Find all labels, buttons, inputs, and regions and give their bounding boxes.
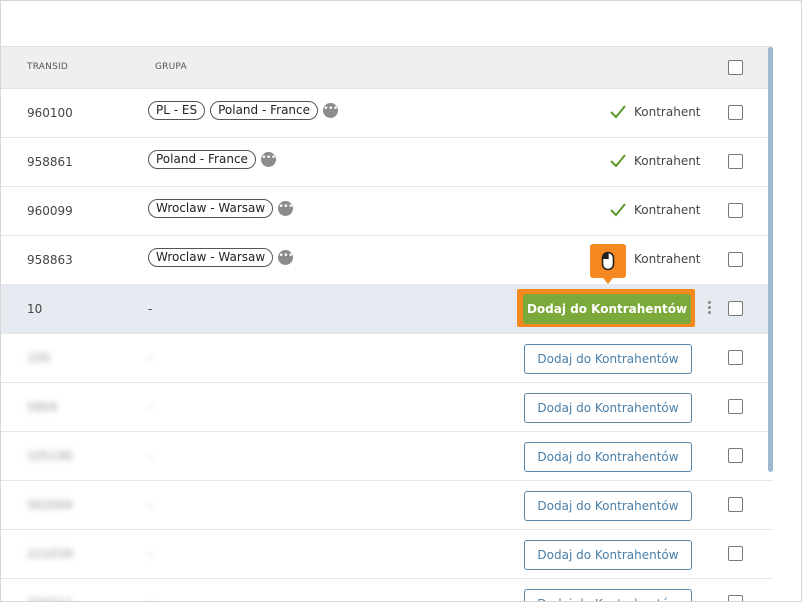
add-to-contractors-button[interactable]: Dodaj do Kontrahentów (524, 344, 692, 374)
transid-cell: 958861 (27, 155, 73, 169)
add-to-contractors-button[interactable]: Dodaj do Kontrahentów (524, 442, 692, 472)
transid-cell: 221039 (27, 547, 73, 561)
check-icon (610, 154, 626, 168)
group-tag[interactable]: Poland - France (210, 101, 319, 120)
check-icon (610, 203, 626, 217)
table-row: 960100 PL - ES Poland - France ••• Kontr… (1, 89, 773, 138)
status-label: Kontrahent (634, 203, 701, 217)
group-cell: - (148, 449, 153, 463)
group-cell: - (148, 351, 153, 365)
group-cell: - (148, 547, 153, 561)
row-checkbox[interactable] (728, 595, 743, 601)
row-checkbox[interactable] (728, 546, 743, 561)
table-row: 958861 Poland - France ••• Kontrahent (1, 138, 773, 187)
group-tag[interactable]: Wroclaw - Warsaw (148, 199, 274, 218)
column-header-transid[interactable]: TRANSID (27, 62, 68, 72)
status-contractor: Kontrahent (610, 154, 701, 168)
transid-cell: 100 (27, 351, 50, 365)
transid-cell: 330311 (27, 596, 73, 601)
check-icon (610, 105, 626, 119)
row-checkbox[interactable] (728, 448, 743, 463)
add-to-contractors-button[interactable]: Dodaj do Kontrahentów (524, 589, 692, 601)
group-cell: Wroclaw - Warsaw ••• (148, 199, 293, 218)
table-row: 221039 - Dodaj do Kontrahentów (1, 530, 773, 579)
transid-cell: 10 (27, 302, 43, 316)
status-label: Kontrahent (634, 252, 701, 266)
row-checkbox[interactable] (728, 203, 743, 218)
more-groups-icon[interactable]: ••• (323, 103, 338, 118)
column-header-grupa[interactable]: GRUPA (155, 62, 187, 72)
more-groups-icon[interactable]: ••• (260, 152, 276, 167)
row-checkbox[interactable] (728, 154, 743, 169)
kebab-menu-icon[interactable] (708, 301, 712, 316)
group-cell: - (148, 400, 153, 414)
select-all-checkbox[interactable] (728, 60, 743, 75)
more-groups-icon[interactable]: ••• (278, 201, 293, 216)
transid-cell: 960099 (27, 204, 73, 218)
more-groups-icon[interactable]: ••• (278, 250, 293, 265)
table-row: 960099 Wroclaw - Warsaw ••• Kontrahent (1, 187, 773, 236)
vertical-scrollbar[interactable] (768, 47, 773, 472)
table-row: 330311 - Dodaj do Kontrahentów (1, 579, 773, 601)
table-row: 562094 - Dodaj do Kontrahentów (1, 481, 773, 530)
table-header: TRANSID GRUPA (1, 46, 773, 89)
status-contractor: Kontrahent (610, 105, 701, 119)
add-to-contractors-button[interactable]: Dodaj do Kontrahentów (524, 540, 692, 570)
table-row: 100 - Dodaj do Kontrahentów (1, 334, 773, 383)
transid-cell: 5804 (27, 400, 58, 414)
add-to-contractors-button[interactable]: Dodaj do Kontrahentów (524, 491, 692, 521)
table-row: 105190 - Dodaj do Kontrahentów (1, 432, 773, 481)
row-checkbox[interactable] (728, 301, 743, 316)
group-tag[interactable]: Wroclaw - Warsaw (148, 248, 274, 267)
row-checkbox[interactable] (728, 105, 743, 120)
status-label: Kontrahent (634, 154, 701, 168)
transid-cell: 960100 (27, 106, 73, 120)
transid-cell: 105190 (27, 449, 73, 463)
contractors-table: TRANSID GRUPA 960100 PL - ES Poland - Fr… (1, 46, 773, 601)
group-tag[interactable]: PL - ES (148, 101, 206, 120)
mouse-icon (601, 251, 615, 271)
transid-cell: 562094 (27, 498, 73, 512)
group-cell: - (148, 302, 153, 316)
group-cell: Wroclaw - Warsaw ••• (148, 248, 293, 267)
table-row: 958863 Wroclaw - Warsaw ••• Kontrahent (1, 236, 773, 285)
group-cell: Poland - France ••• (148, 150, 276, 169)
add-to-contractors-button[interactable]: Dodaj do Kontrahentów (523, 294, 691, 324)
transid-cell: 958863 (27, 253, 73, 267)
table-row-selected: 10 - Dodaj do Kontrahentów (1, 285, 773, 334)
row-checkbox[interactable] (728, 252, 743, 267)
group-tag[interactable]: Poland - France (148, 150, 256, 169)
status-contractor: Kontrahent (610, 203, 701, 217)
group-cell: - (148, 498, 153, 512)
row-checkbox[interactable] (728, 350, 743, 365)
status-label: Kontrahent (634, 105, 701, 119)
row-checkbox[interactable] (728, 497, 743, 512)
group-cell: PL - ES Poland - France ••• (148, 101, 338, 120)
row-checkbox[interactable] (728, 399, 743, 414)
app-frame: TRANSID GRUPA 960100 PL - ES Poland - Fr… (0, 0, 802, 602)
table-row: 5804 - Dodaj do Kontrahentów (1, 383, 773, 432)
group-cell: - (148, 596, 152, 601)
click-indicator-tooltip (590, 244, 626, 284)
add-to-contractors-button[interactable]: Dodaj do Kontrahentów (524, 393, 692, 423)
